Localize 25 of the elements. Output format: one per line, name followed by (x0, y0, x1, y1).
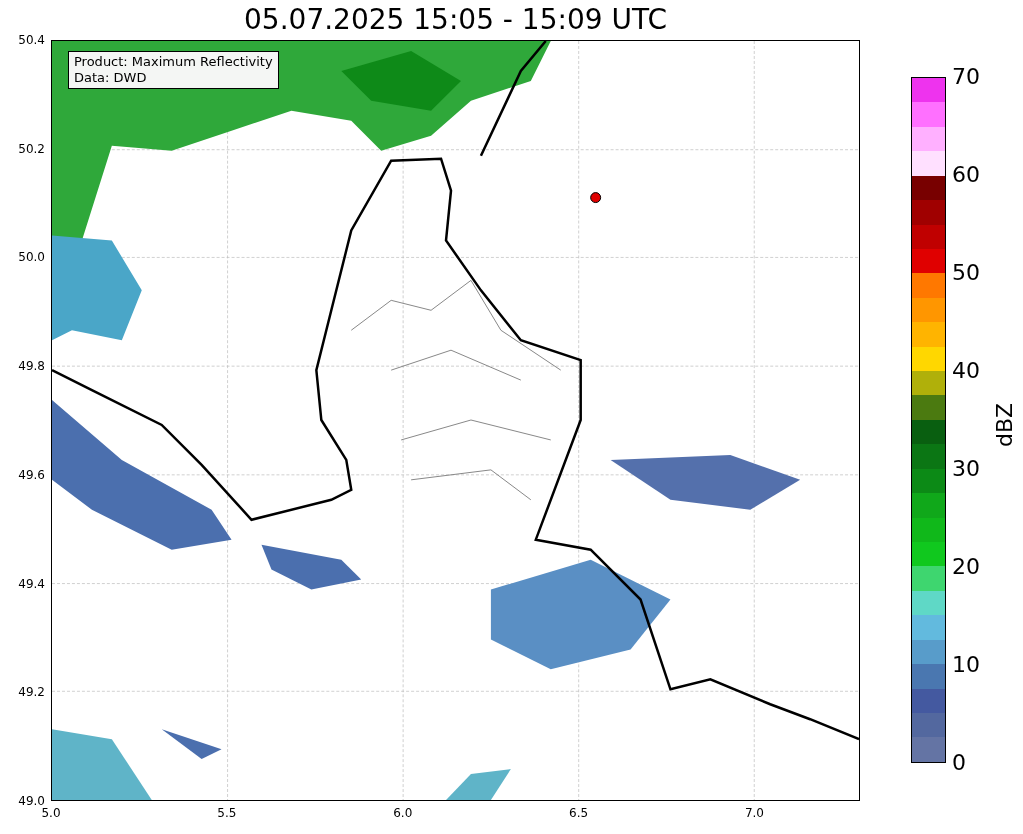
axis-tick-label: 49.4 (18, 576, 45, 591)
axis-tick-label: 49.2 (18, 685, 45, 700)
colorbar-tick-label: 70 (952, 65, 980, 89)
axis-tick-label: 49.8 (18, 359, 45, 374)
info-text: Data: DWD (74, 70, 148, 86)
colorbar-tick-label: 10 (952, 653, 980, 677)
colorbar-tick-label: 20 (952, 555, 980, 579)
axis-tick-label: 5.0 (41, 806, 61, 820)
axis-tick-label: 49.0 (18, 794, 45, 808)
axis-tick-label: 6.5 (569, 806, 589, 820)
axis-tick-label: 7.0 (744, 806, 764, 820)
axis-tick-label: 50.4 (18, 33, 45, 47)
colorbar-tick-label: 60 (952, 163, 980, 187)
chart-title: 05.07.2025 15:05 - 15:09 UTC (244, 4, 667, 36)
colorbar-tick-label: 50 (952, 261, 980, 285)
axis-tick-label: 6.0 (393, 806, 413, 820)
colorbar-tick-label: 0 (952, 751, 966, 775)
axis-tick-label: 5.5 (217, 806, 237, 820)
colorbar-tick-label: 40 (952, 359, 980, 383)
axis-tick-label: 50.0 (18, 250, 45, 265)
colorbar-tick-label: 30 (952, 457, 980, 481)
colorbar-label: dBZ (993, 402, 1017, 447)
axis-tick-label: 50.2 (18, 141, 45, 156)
axis-tick-label: 49.6 (18, 467, 45, 482)
info-text: Product: Maximum Reflectivity (74, 54, 273, 70)
